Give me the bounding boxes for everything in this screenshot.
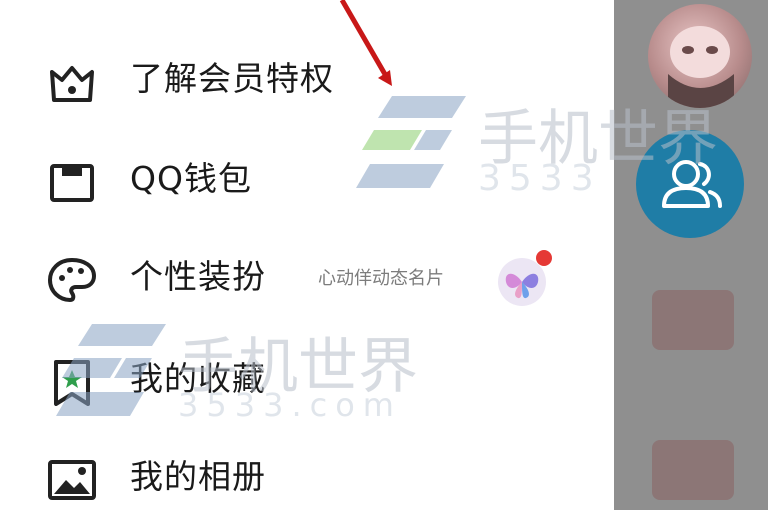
menu-item-personalize[interactable]: 个性装扮 心动佯动态名片 [0,228,614,328]
menu-item-vip-privileges[interactable]: 了解会员特权 [0,30,614,130]
qq-drawer-screen: 了解会员特权 QQ钱包 个性装扮 心动佯动态名片 我的收藏 我的相册 手机世界 … [0,0,768,510]
contacts-icon [662,160,722,208]
wallet-icon [50,164,94,202]
crown-icon [50,66,94,102]
menu-item-my-favorites[interactable]: 我的收藏 [0,330,614,430]
menu-item-label: QQ钱包 [130,159,252,198]
promo-text: 心动佯动态名片 [318,268,444,289]
butterfly-card-icon [498,250,552,306]
menu-item-label: 我的相册 [130,457,266,496]
photo-album-icon [48,460,96,500]
menu-item-label: 了解会员特权 [130,59,334,98]
conversation-thumbnail[interactable] [652,290,734,350]
bookmark-star-icon [54,360,90,406]
side-drawer: 了解会员特权 QQ钱包 个性装扮 心动佯动态名片 我的收藏 我的相册 [0,0,614,510]
main-content-overlay[interactable] [614,0,768,510]
user-avatar[interactable] [648,4,752,108]
palette-icon [47,257,97,303]
contacts-button[interactable] [636,130,744,238]
menu-item-label: 个性装扮 [130,257,266,296]
menu-item-qq-wallet[interactable]: QQ钱包 [0,130,614,230]
conversation-thumbnail[interactable] [652,440,734,500]
avatar-image [668,26,734,108]
notification-badge [536,250,552,266]
menu-item-label: 我的收藏 [130,359,266,398]
menu-item-my-album[interactable]: 我的相册 [0,428,614,510]
annotation-arrow [339,0,392,86]
